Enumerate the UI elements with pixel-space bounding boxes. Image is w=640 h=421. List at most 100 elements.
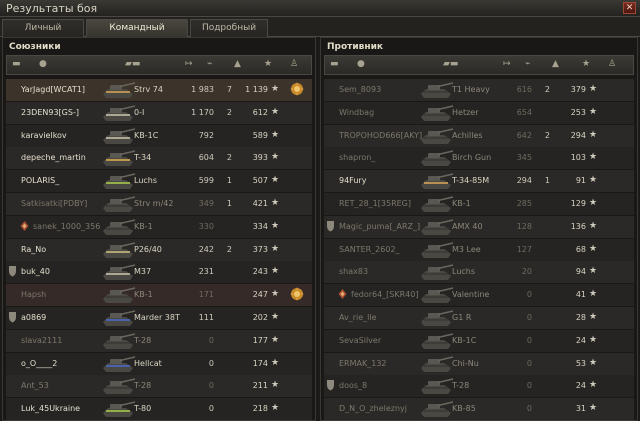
player-name[interactable]: shapron_ [339, 153, 375, 162]
tank-name: Strv m/42 [134, 199, 174, 208]
star-icon: ★ [589, 403, 598, 414]
player-row[interactable]: o_O____2 Hellcat 0 174 ★ [6, 352, 312, 375]
tank-type-icon[interactable]: ⌁ [525, 59, 530, 69]
player-name[interactable]: 94Fury [339, 176, 366, 185]
star-icon[interactable]: ★ [582, 59, 590, 69]
user-icon[interactable]: ● [357, 59, 365, 69]
player-row[interactable]: depeche_martin T-34 604 2 393 ★ [6, 147, 312, 170]
player-row[interactable]: SANTER_2602_ M3 Lee 127 68 ★ [324, 238, 634, 261]
player-row[interactable]: shapron_ Birch Gun 345 103 ★ [324, 147, 634, 170]
kills-value: 7 [226, 85, 232, 94]
player-row[interactable]: a0869 Marder 38T 111 202 ★ [6, 307, 312, 329]
player-name[interactable]: POLARIS_ [21, 176, 59, 185]
player-row[interactable]: POLARIS_ Luchs 599 1 507 ★ [6, 170, 312, 193]
medal-icon[interactable]: ♙ [608, 59, 616, 69]
tank-picture [418, 171, 454, 191]
player-name[interactable]: Hapsh [21, 290, 46, 299]
player-row[interactable]: YarJagd[WCAT1] Strv 74 1 983 7 1 139 ★ [6, 79, 312, 101]
player-name[interactable]: o_O____2 [21, 359, 57, 368]
player-name[interactable]: sanek_1000_356 [33, 222, 100, 231]
player-row[interactable]: Luk_45Ukraine T-80 0 218 ★ [6, 398, 312, 421]
player-name[interactable]: a0869 [21, 313, 46, 322]
player-row[interactable]: 94Fury T-34-85M 294 1 91 ★ [324, 170, 634, 193]
player-row[interactable]: ERMAK_132 Chi-Nu 0 53 ★ [324, 352, 634, 375]
damage-icon[interactable]: ↦ [503, 59, 511, 69]
tank-icon[interactable]: ▰▬ [443, 59, 458, 69]
damage-value: 285 [516, 199, 532, 208]
player-row[interactable]: Satkisatki[PDBY] Strv m/42 349 1 421 ★ [6, 193, 312, 215]
damage-value: 1 983 [191, 85, 214, 94]
player-name[interactable]: ERMAK_132 [339, 359, 387, 368]
player-row[interactable]: 23DEN93[GS-] 0-I 1 170 2 612 ★ [6, 101, 312, 124]
player-row[interactable]: SevaSilver KB-1C 0 24 ★ [324, 329, 634, 352]
tab-team-result[interactable]: Командный результат [86, 19, 188, 50]
player-name[interactable]: Sem_8093 [339, 85, 381, 94]
player-row[interactable]: Hapsh KB-1 171 247 ★ [6, 284, 312, 307]
player-row[interactable]: D_N_O_zheleznyj KB-85 0 31 ★ [324, 398, 634, 421]
player-row[interactable]: fedor64_[SKR40] Valentine 0 41 ★ [324, 284, 634, 307]
player-row[interactable]: doos_8 T-28 0 24 ★ [324, 375, 634, 398]
player-name[interactable]: shax83 [339, 267, 368, 276]
tank-picture [418, 262, 454, 282]
player-row[interactable]: shax83 Luchs 20 94 ★ [324, 261, 634, 284]
player-name[interactable]: Av_rie_lle [339, 313, 377, 322]
close-button[interactable]: ✕ [623, 2, 636, 14]
damage-value: 654 [516, 107, 532, 117]
player-name[interactable]: SevaSilver [339, 336, 381, 345]
kills-icon[interactable]: ▲ [234, 59, 241, 69]
player-name[interactable]: buk_40 [21, 267, 50, 276]
damage-value: 1 170 [191, 107, 214, 117]
player-name[interactable]: Ant_53 [21, 381, 49, 390]
star-icon[interactable]: ★ [264, 59, 272, 69]
player-row[interactable]: sanek_1000_356 KB-1 330 334 ★ [6, 215, 312, 238]
player-name[interactable]: SANTER_2602_ [339, 245, 400, 254]
kills-icon[interactable]: ▲ [552, 59, 559, 69]
player-name[interactable]: doos_8 [339, 381, 367, 390]
player-row[interactable]: Ant_53 T-28 0 211 ★ [6, 375, 312, 398]
tank-type-icon[interactable]: ⌁ [207, 59, 212, 69]
shield-icon [8, 311, 17, 323]
player-name[interactable]: RET_28_1[35REG] [339, 199, 411, 208]
player-row[interactable]: TROPOHOD666[AKY] Achilles 642 2 294 ★ [324, 124, 634, 147]
player-name[interactable]: Ra_No [21, 245, 46, 254]
player-row[interactable]: Windbag Hetzer 654 253 ★ [324, 101, 634, 124]
player-row[interactable]: RET_28_1[35REG] KB-1 285 129 ★ [324, 193, 634, 215]
player-name[interactable]: karavielkov [21, 131, 67, 140]
player-name[interactable]: Magic_puma[_ARZ_] [339, 222, 420, 231]
xp-value: 174 [252, 358, 268, 368]
player-row[interactable]: Ra_No P26/40 242 2 373 ★ [6, 238, 312, 261]
damage-icon[interactable]: ↦ [185, 59, 193, 69]
player-name[interactable]: Luk_45Ukraine [21, 404, 80, 413]
squad-column-icon[interactable]: ▬ [330, 59, 339, 69]
user-icon[interactable]: ● [39, 59, 47, 69]
player-row[interactable]: Av_rie_lle G1 R 0 28 ★ [324, 307, 634, 329]
star-icon: ★ [271, 84, 280, 94]
player-row[interactable]: slava2111 T-28 0 177 ★ [6, 329, 312, 352]
player-name[interactable]: D_N_O_zheleznyj [339, 404, 407, 413]
xp-value: 94 [575, 267, 586, 277]
player-row[interactable]: karavielkov KB-1C 792 589 ★ [6, 124, 312, 147]
player-name[interactable]: YarJagd[WCAT1] [21, 85, 85, 94]
player-name[interactable]: depeche_martin [21, 153, 86, 162]
tank-name: T-34-85M [452, 176, 490, 186]
tab-personal-result[interactable]: Личный результат [2, 19, 84, 50]
tab-detailed-report[interactable]: Подробный отчёт [190, 19, 268, 50]
player-name[interactable]: 23DEN93[GS-] [21, 108, 79, 117]
player-row[interactable]: buk_40 M37 231 243 ★ [6, 261, 312, 284]
xp-value: 103 [570, 153, 586, 163]
squad-column-icon[interactable]: ▬ [12, 59, 21, 69]
tank-picture [418, 376, 454, 396]
xp-value: 177 [252, 335, 268, 345]
player-name[interactable]: TROPOHOD666[AKY] [339, 131, 422, 140]
player-name[interactable]: slava2111 [21, 336, 62, 345]
tank-name: Hellcat [134, 358, 162, 368]
player-name[interactable]: Windbag [339, 108, 374, 117]
medal-icon [289, 286, 305, 302]
player-row[interactable]: Magic_puma[_ARZ_] AMX 40 128 136 ★ [324, 215, 634, 238]
medal-icon[interactable]: ♙ [290, 59, 298, 69]
player-name[interactable]: Satkisatki[PDBY] [21, 199, 87, 208]
player-name[interactable]: fedor64_[SKR40] [351, 290, 418, 299]
tank-icon[interactable]: ▰▬ [125, 59, 140, 69]
star-icon: ★ [271, 152, 280, 163]
player-row[interactable]: Sem_8093 T1 Heavy 616 2 379 ★ [324, 79, 634, 101]
